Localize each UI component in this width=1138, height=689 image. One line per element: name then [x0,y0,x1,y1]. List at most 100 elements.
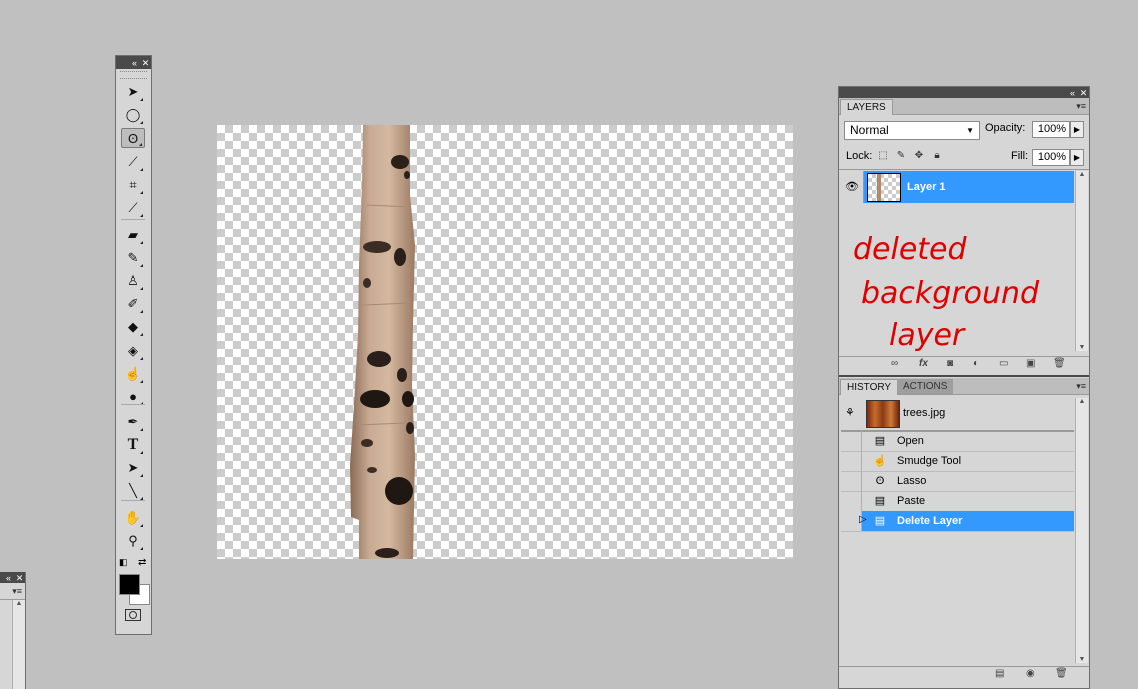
new-layer-icon[interactable]: ▣ [1026,358,1035,369]
history-scrollbar[interactable]: ▲ ▼ [1075,398,1088,663]
camera-icon[interactable]: ◉ [1026,668,1035,679]
history-source-box[interactable] [841,491,862,511]
lock-all-icon[interactable]: 🔒︎ [931,150,943,162]
collapse-icon[interactable]: « [129,58,140,68]
history-step-label: Open [897,435,924,447]
tools-panel-titlebar[interactable]: « ✕ [116,56,151,69]
close-icon[interactable]: ✕ [140,58,151,68]
snapshot-thumbnail [866,400,900,428]
history-brush-icon[interactable]: ✐ [121,294,145,314]
tool-separator [121,404,145,405]
layers-panel: LAYERS ▾≡ Normal ▼ Opacity: 100% ▶ Lock:… [839,98,1089,376]
scrollbar[interactable]: ▲ [12,600,25,689]
scroll-up-icon[interactable]: ▲ [13,600,25,607]
default-colors-icon[interactable]: ◧ [119,557,128,568]
tab-history[interactable]: HISTORY [840,379,899,395]
lock-transparent-icon[interactable]: ⬚ [877,150,889,162]
history-step-label: Lasso [897,475,927,487]
collapsed-panel-titlebar[interactable]: « ✕ [0,572,25,583]
group-icon[interactable]: ▭ [999,358,1008,369]
trash-icon[interactable]: 🗑︎ [1053,358,1066,369]
magic-wand-icon[interactable]: ⟋ [121,152,145,172]
document-canvas[interactable] [217,125,793,559]
pen-icon[interactable]: ✒ [121,412,145,432]
document-icon: ▤ [874,495,886,507]
history-step[interactable]: ▤ Open [841,431,1074,452]
clone-stamp-icon[interactable]: ♙ [121,271,145,291]
opacity-label: Opacity: [985,122,1026,134]
history-bottom-bar: ▤ ◉ 🗑︎ [839,666,1089,681]
fill-field[interactable]: 100% [1032,149,1070,166]
lock-position-icon[interactable]: ✥ [913,150,925,162]
chevron-down-icon: ▼ [966,126,974,135]
layer-row[interactable]: 👁︎ Layer 1 [841,171,1074,203]
panel-menu-icon[interactable]: ▾≡ [1076,101,1086,112]
quick-mask-icon[interactable] [125,609,141,621]
layer-name: Layer 1 [907,181,946,193]
history-source-box[interactable] [841,451,862,471]
history-step[interactable]: ʘ Lasso [841,471,1074,492]
history-step[interactable]: ☝ Smudge Tool [841,451,1074,472]
history-step-label: Smudge Tool [897,455,962,467]
panel-menu-icon[interactable]: ▾≡ [1076,381,1086,392]
tab-layers[interactable]: LAYERS [840,99,893,115]
zoom-icon[interactable]: ⚲ [121,531,145,551]
scroll-up-icon[interactable]: ▲ [1076,171,1088,178]
scroll-down-icon[interactable]: ▼ [1076,656,1088,663]
collapse-icon[interactable]: « [3,573,14,583]
brush-icon[interactable]: ✎ [121,248,145,268]
lock-image-icon[interactable]: ✎ [895,150,907,162]
line-icon[interactable]: ╲ [121,481,145,501]
annotation-line-2: background [861,276,1040,311]
document-icon: ▤ [874,435,886,447]
eyedropper-icon[interactable]: ⟋ [121,198,145,218]
layer-mask-icon[interactable]: ◙ [947,358,953,369]
foreground-color-swatch[interactable] [119,574,140,595]
move-icon[interactable]: ➤ [121,82,145,102]
fx-icon[interactable]: fx [919,358,928,369]
link-layers-icon[interactable]: ∞ [891,358,898,369]
snapshot-row[interactable]: ⚘ trees.jpg [841,398,1074,432]
scroll-up-icon[interactable]: ▲ [1076,398,1088,405]
history-state-slider-icon[interactable]: ▷ [859,514,867,525]
opacity-arrow-icon[interactable]: ▶ [1070,121,1084,138]
opacity-field[interactable]: 100% [1032,121,1070,138]
eraser-icon[interactable]: ◆ [121,317,145,337]
healing-brush-icon[interactable]: ▰ [121,225,145,245]
history-source-box[interactable] [841,471,862,491]
layers-tabrow: LAYERS ▾≡ [839,98,1089,115]
close-icon[interactable]: ✕ [14,573,25,583]
crop-icon[interactable]: ⌗ [121,175,145,195]
history-step-label: Delete Layer [897,515,963,527]
adjustment-layer-icon[interactable]: ◐ [973,358,979,369]
swap-colors-icon[interactable]: ⇄ [138,557,146,568]
history-panel: HISTORY ACTIONS ▾≡ ⚘ trees.jpg ▤ Open ☝ … [839,375,1089,688]
history-source-box[interactable]: ▷ [841,511,867,531]
new-document-from-state-icon[interactable]: ▤ [995,668,1004,679]
eye-icon[interactable]: 👁︎ [841,171,864,203]
elliptical-marquee-icon[interactable]: ◯ [121,105,145,125]
dodge-icon[interactable]: ● [121,386,145,406]
panel-grip[interactable] [120,71,147,79]
trash-icon[interactable]: 🗑︎ [1055,668,1068,679]
path-selection-icon[interactable]: ➤ [121,458,145,478]
history-brush-source-icon[interactable]: ⚘ [845,406,855,419]
panel-menu-icon[interactable]: ▾≡ [12,586,22,597]
lasso-icon[interactable]: ʘ [121,128,145,148]
blend-mode-select[interactable]: Normal ▼ [844,121,980,140]
collapse-icon[interactable]: « [1067,88,1078,98]
smudge-icon[interactable]: ☝ [121,364,145,384]
fill-arrow-icon[interactable]: ▶ [1070,149,1084,166]
hand-icon[interactable]: ✋ [121,508,145,528]
dock-titlebar[interactable]: « ✕ [839,87,1089,98]
type-icon[interactable]: T [121,435,145,455]
scroll-down-icon[interactable]: ▼ [1076,344,1088,351]
history-source-box[interactable] [841,431,862,451]
tab-actions[interactable]: ACTIONS [897,379,954,394]
history-step-selected[interactable]: ▷ ▤ Delete Layer [841,511,1074,532]
annotation-overlay: deleted background layer [853,232,1040,353]
paint-bucket-icon[interactable]: ◈ [121,341,145,361]
history-step[interactable]: ▤ Paste [841,491,1074,512]
layers-scrollbar[interactable]: ▲ ▼ [1075,171,1088,351]
close-icon[interactable]: ✕ [1078,88,1089,98]
